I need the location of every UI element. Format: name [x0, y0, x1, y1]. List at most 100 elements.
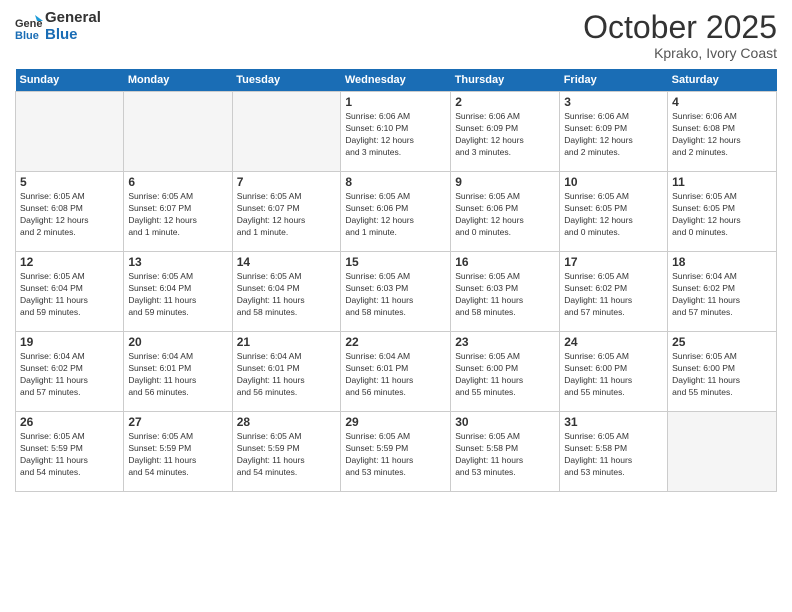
calendar-cell-w5-d1: 26 Sunrise: 6:05 AM Sunset: 5:59 PM Dayli… — [16, 412, 124, 492]
day-info-1: Sunrise: 6:06 AM Sunset: 6:10 PM Dayligh… — [345, 111, 446, 159]
day-number-12: 12 — [20, 255, 119, 269]
header-friday: Friday — [560, 69, 668, 92]
logo: General Blue General Blue — [15, 10, 101, 43]
day-number-27: 27 — [128, 415, 227, 429]
day-number-26: 26 — [20, 415, 119, 429]
calendar-cell-w3-d6: 17 Sunrise: 6:05 AM Sunset: 6:02 PM Dayli… — [560, 252, 668, 332]
calendar-cell-w5-d4: 29 Sunrise: 6:05 AM Sunset: 5:59 PM Dayli… — [341, 412, 451, 492]
day-info-31: Sunrise: 6:05 AM Sunset: 5:58 PM Dayligh… — [564, 431, 663, 479]
day-info-16: Sunrise: 6:05 AM Sunset: 6:03 PM Dayligh… — [455, 271, 555, 319]
day-number-1: 1 — [345, 95, 446, 109]
week-row-1: 1 Sunrise: 6:06 AM Sunset: 6:10 PM Daylig… — [16, 92, 777, 172]
header-saturday: Saturday — [668, 69, 777, 92]
day-number-14: 14 — [237, 255, 337, 269]
day-info-27: Sunrise: 6:05 AM Sunset: 5:59 PM Dayligh… — [128, 431, 227, 479]
day-number-29: 29 — [345, 415, 446, 429]
calendar-cell-w4-d3: 21 Sunrise: 6:04 AM Sunset: 6:01 PM Dayli… — [232, 332, 341, 412]
calendar-cell-w4-d2: 20 Sunrise: 6:04 AM Sunset: 6:01 PM Dayli… — [124, 332, 232, 412]
day-info-15: Sunrise: 6:05 AM Sunset: 6:03 PM Dayligh… — [345, 271, 446, 319]
day-info-8: Sunrise: 6:05 AM Sunset: 6:06 PM Dayligh… — [345, 191, 446, 239]
calendar-cell-w3-d7: 18 Sunrise: 6:04 AM Sunset: 6:02 PM Dayli… — [668, 252, 777, 332]
calendar-cell-w3-d3: 14 Sunrise: 6:05 AM Sunset: 6:04 PM Dayli… — [232, 252, 341, 332]
day-number-31: 31 — [564, 415, 663, 429]
day-info-29: Sunrise: 6:05 AM Sunset: 5:59 PM Dayligh… — [345, 431, 446, 479]
day-info-21: Sunrise: 6:04 AM Sunset: 6:01 PM Dayligh… — [237, 351, 337, 399]
calendar-cell-w4-d6: 24 Sunrise: 6:05 AM Sunset: 6:00 PM Dayli… — [560, 332, 668, 412]
calendar-cell-w4-d5: 23 Sunrise: 6:05 AM Sunset: 6:00 PM Dayli… — [451, 332, 560, 412]
calendar-cell-w2-d2: 6Sunrise: 6:05 AM Sunset: 6:07 PM Daylig… — [124, 172, 232, 252]
day-info-14: Sunrise: 6:05 AM Sunset: 6:04 PM Dayligh… — [237, 271, 337, 319]
page: General Blue General Blue October 2025 K… — [0, 0, 792, 612]
day-info-7: Sunrise: 6:05 AM Sunset: 6:07 PM Dayligh… — [237, 191, 337, 239]
calendar-header-row: Sunday Monday Tuesday Wednesday Thursday… — [16, 69, 777, 92]
day-info-2: Sunrise: 6:06 AM Sunset: 6:09 PM Dayligh… — [455, 111, 555, 159]
calendar-cell-w3-d5: 16 Sunrise: 6:05 AM Sunset: 6:03 PM Dayli… — [451, 252, 560, 332]
logo-line1: General — [45, 10, 101, 27]
calendar-cell-w1-d2 — [124, 92, 232, 172]
day-info-17: Sunrise: 6:05 AM Sunset: 6:02 PM Dayligh… — [564, 271, 663, 319]
day-number-3: 3 — [564, 95, 663, 109]
week-row-3: 12 Sunrise: 6:05 AM Sunset: 6:04 PM Dayli… — [16, 252, 777, 332]
day-info-5: Sunrise: 6:05 AM Sunset: 6:08 PM Dayligh… — [20, 191, 119, 239]
day-number-24: 24 — [564, 335, 663, 349]
day-number-22: 22 — [345, 335, 446, 349]
calendar-cell-w1-d3 — [232, 92, 341, 172]
day-info-9: Sunrise: 6:05 AM Sunset: 6:06 PM Dayligh… — [455, 191, 555, 239]
day-info-18: Sunrise: 6:04 AM Sunset: 6:02 PM Dayligh… — [672, 271, 772, 319]
day-number-15: 15 — [345, 255, 446, 269]
day-number-5: 5 — [20, 175, 119, 189]
day-number-28: 28 — [237, 415, 337, 429]
day-number-4: 4 — [672, 95, 772, 109]
day-info-3: Sunrise: 6:06 AM Sunset: 6:09 PM Dayligh… — [564, 111, 663, 159]
month-title: October 2025 — [583, 10, 777, 45]
day-info-26: Sunrise: 6:05 AM Sunset: 5:59 PM Dayligh… — [20, 431, 119, 479]
day-info-25: Sunrise: 6:05 AM Sunset: 6:00 PM Dayligh… — [672, 351, 772, 399]
header-tuesday: Tuesday — [232, 69, 341, 92]
day-info-10: Sunrise: 6:05 AM Sunset: 6:05 PM Dayligh… — [564, 191, 663, 239]
calendar-cell-w5-d3: 28 Sunrise: 6:05 AM Sunset: 5:59 PM Dayli… — [232, 412, 341, 492]
header-monday: Monday — [124, 69, 232, 92]
calendar-cell-w5-d6: 31 Sunrise: 6:05 AM Sunset: 5:58 PM Dayli… — [560, 412, 668, 492]
week-row-5: 26 Sunrise: 6:05 AM Sunset: 5:59 PM Dayli… — [16, 412, 777, 492]
day-number-18: 18 — [672, 255, 772, 269]
day-number-10: 10 — [564, 175, 663, 189]
day-info-23: Sunrise: 6:05 AM Sunset: 6:00 PM Dayligh… — [455, 351, 555, 399]
logo-line2: Blue — [45, 27, 101, 44]
day-info-24: Sunrise: 6:05 AM Sunset: 6:00 PM Dayligh… — [564, 351, 663, 399]
day-number-23: 23 — [455, 335, 555, 349]
day-number-30: 30 — [455, 415, 555, 429]
location: Kprako, Ivory Coast — [583, 45, 777, 61]
calendar-cell-w1-d7: 4Sunrise: 6:06 AM Sunset: 6:08 PM Daylig… — [668, 92, 777, 172]
day-number-17: 17 — [564, 255, 663, 269]
day-number-25: 25 — [672, 335, 772, 349]
day-number-21: 21 — [237, 335, 337, 349]
day-info-22: Sunrise: 6:04 AM Sunset: 6:01 PM Dayligh… — [345, 351, 446, 399]
calendar-cell-w2-d6: 10 Sunrise: 6:05 AM Sunset: 6:05 PM Dayli… — [560, 172, 668, 252]
calendar-cell-w2-d4: 8Sunrise: 6:05 AM Sunset: 6:06 PM Daylig… — [341, 172, 451, 252]
calendar-table: Sunday Monday Tuesday Wednesday Thursday… — [15, 69, 777, 492]
header-wednesday: Wednesday — [341, 69, 451, 92]
calendar-cell-w3-d1: 12Sunrise: 6:05 AM Sunset: 6:04 PM Dayli… — [16, 252, 124, 332]
calendar-cell-w2-d7: 11Sunrise: 6:05 AM Sunset: 6:05 PM Dayli… — [668, 172, 777, 252]
calendar-cell-w4-d1: 19 Sunrise: 6:04 AM Sunset: 6:02 PM Dayli… — [16, 332, 124, 412]
day-number-6: 6 — [128, 175, 227, 189]
day-number-20: 20 — [128, 335, 227, 349]
header-thursday: Thursday — [451, 69, 560, 92]
day-number-19: 19 — [20, 335, 119, 349]
day-number-16: 16 — [455, 255, 555, 269]
calendar-cell-w5-d7 — [668, 412, 777, 492]
day-info-11: Sunrise: 6:05 AM Sunset: 6:05 PM Dayligh… — [672, 191, 772, 239]
calendar-cell-w3-d2: 13Sunrise: 6:05 AM Sunset: 6:04 PM Dayli… — [124, 252, 232, 332]
day-info-28: Sunrise: 6:05 AM Sunset: 5:59 PM Dayligh… — [237, 431, 337, 479]
day-info-19: Sunrise: 6:04 AM Sunset: 6:02 PM Dayligh… — [20, 351, 119, 399]
header: General Blue General Blue October 2025 K… — [15, 10, 777, 61]
logo-icon: General Blue — [15, 13, 43, 41]
calendar-cell-w1-d4: 1 Sunrise: 6:06 AM Sunset: 6:10 PM Daylig… — [341, 92, 451, 172]
calendar-cell-w5-d5: 30Sunrise: 6:05 AM Sunset: 5:58 PM Dayli… — [451, 412, 560, 492]
calendar-cell-w4-d7: 25 Sunrise: 6:05 AM Sunset: 6:00 PM Dayli… — [668, 332, 777, 412]
calendar-cell-w1-d1 — [16, 92, 124, 172]
svg-text:Blue: Blue — [15, 30, 39, 41]
calendar-cell-w1-d6: 3 Sunrise: 6:06 AM Sunset: 6:09 PM Daylig… — [560, 92, 668, 172]
week-row-2: 5 Sunrise: 6:05 AM Sunset: 6:08 PM Daylig… — [16, 172, 777, 252]
day-info-20: Sunrise: 6:04 AM Sunset: 6:01 PM Dayligh… — [128, 351, 227, 399]
